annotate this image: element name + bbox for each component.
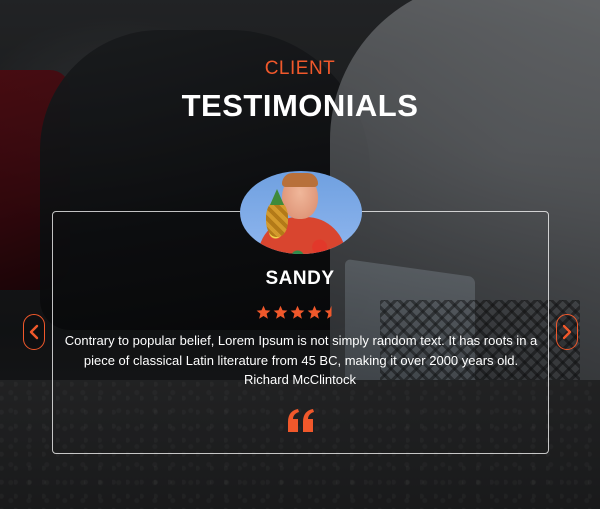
avatar [240,171,362,254]
section-title: TESTIMONIALS [181,88,419,123]
testimonial-text: Contrary to popular belief, Lorem Ipsum … [64,333,538,368]
quote-icon [286,408,316,434]
prev-button[interactable] [23,314,45,350]
star-icon [256,305,271,319]
section-eyebrow: CLIENT [264,58,336,79]
star-icon [324,305,332,319]
star-icon [290,305,305,319]
next-button[interactable] [556,314,578,350]
testimonial-name: SANDY [265,268,335,289]
testimonial-author: Richard McClintock [244,372,356,387]
star-icon [307,305,322,319]
star-rating [256,305,346,323]
chevron-left-icon [29,324,39,340]
star-icon [273,305,288,319]
chevron-right-icon [562,324,572,340]
